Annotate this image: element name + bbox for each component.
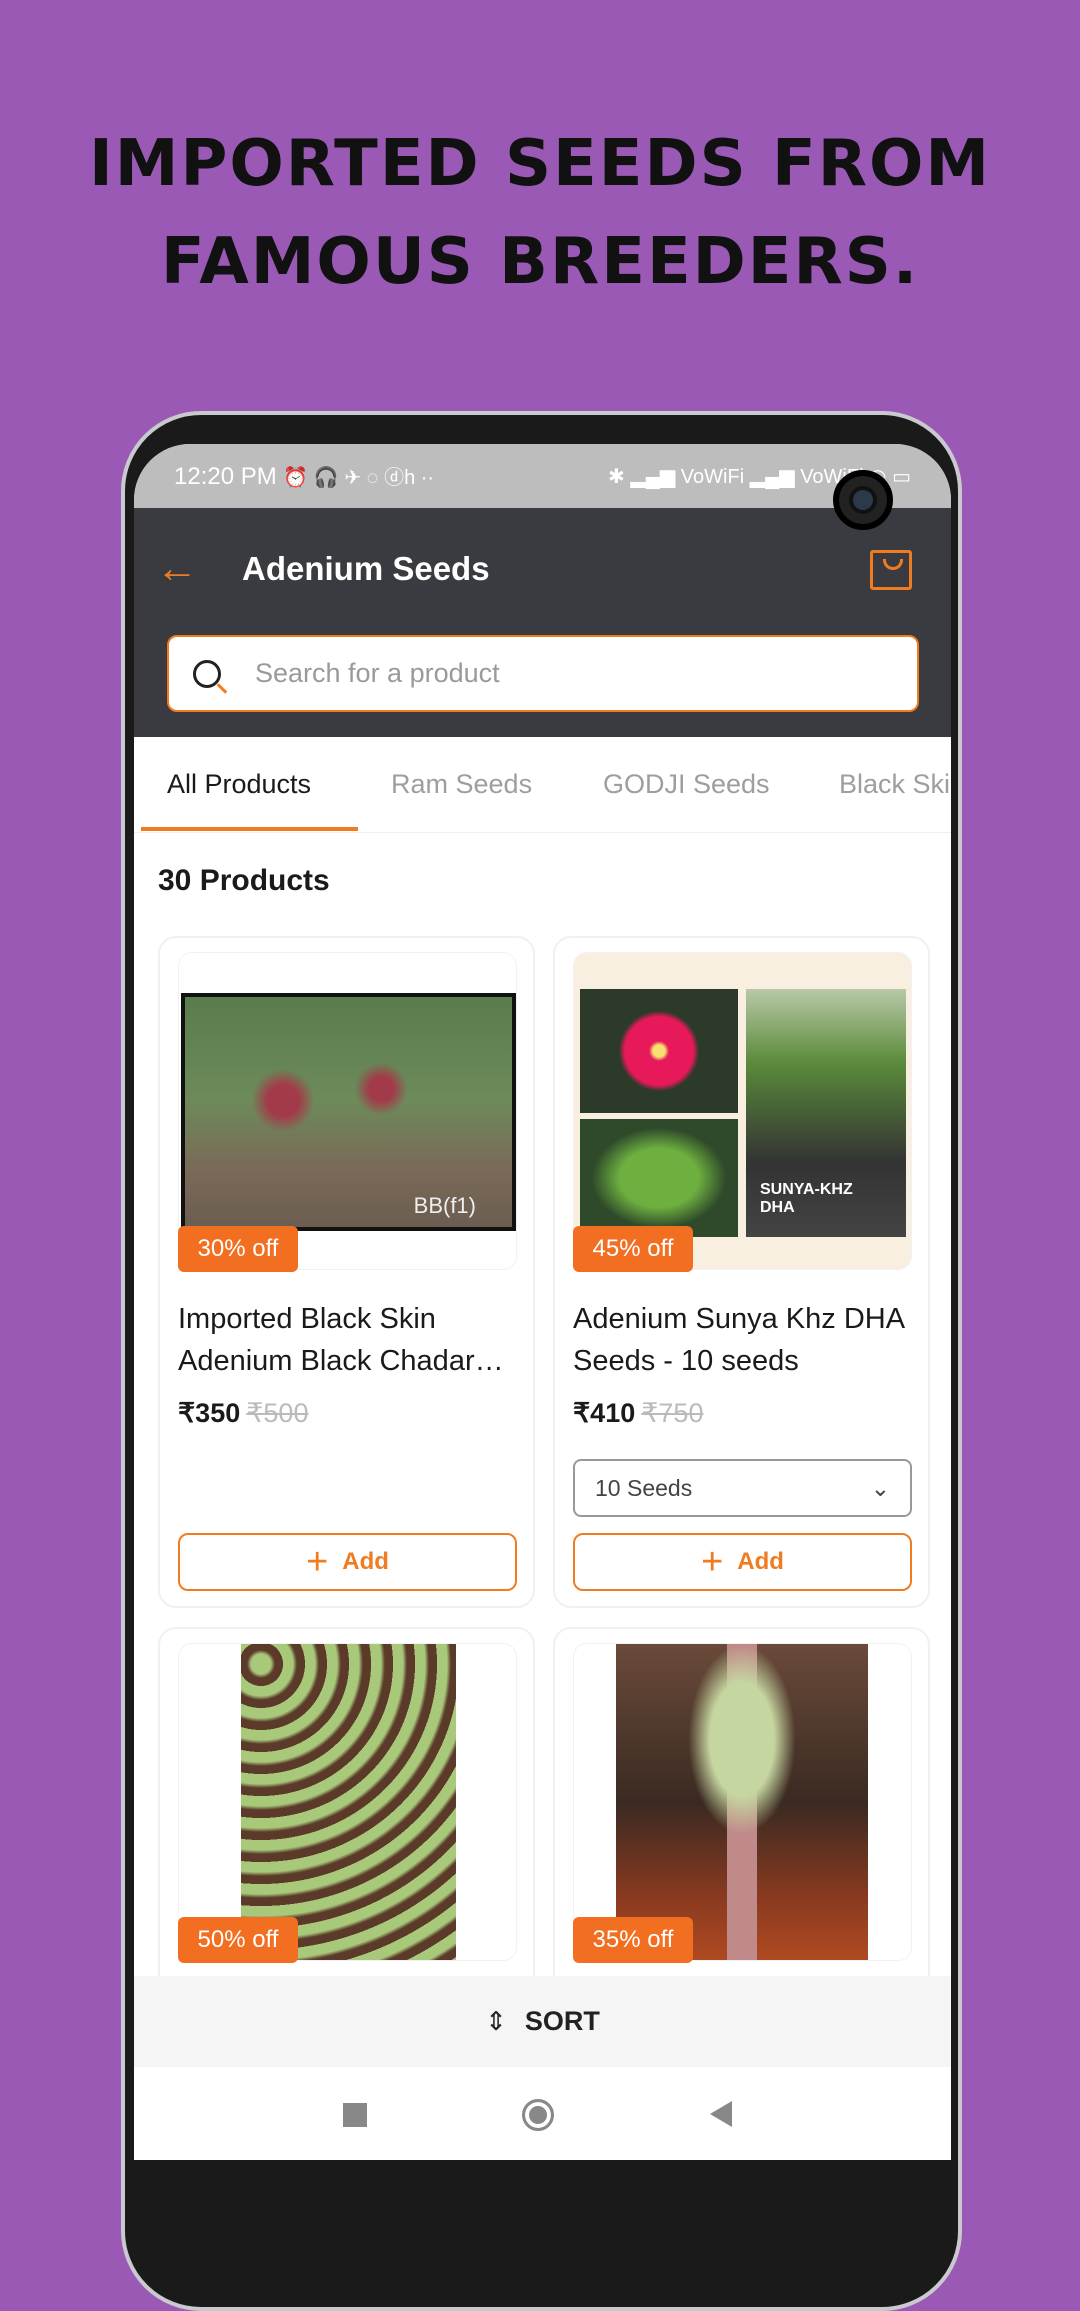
search-input[interactable] bbox=[255, 658, 815, 689]
product-count: 30 Products bbox=[158, 864, 330, 897]
plus-icon: + bbox=[306, 1541, 329, 1583]
status-time: 12:20 PM bbox=[174, 463, 277, 490]
discount-badge: 50% off bbox=[178, 1917, 298, 1963]
discount-badge: 35% off bbox=[573, 1917, 693, 1963]
tab-black-skin[interactable]: Black Skin bbox=[839, 769, 951, 800]
page-title: Adenium Seeds bbox=[242, 550, 490, 587]
headline-line-2: famous breeders. bbox=[160, 225, 920, 299]
notification-icons: ⏰ 🎧 ✈ ◌ ⓓh ·· bbox=[283, 467, 435, 489]
app-header: ← Adenium Seeds bbox=[134, 508, 951, 737]
variant-value: 10 Seeds bbox=[595, 1474, 693, 1501]
original-price: ₹500 bbox=[246, 1398, 309, 1428]
home-icon[interactable] bbox=[522, 2099, 554, 2131]
plus-icon: + bbox=[701, 1541, 724, 1583]
sale-price: ₹410 bbox=[573, 1398, 636, 1428]
sort-button[interactable]: ⇕ SORT bbox=[134, 1976, 951, 2067]
search-icon bbox=[193, 659, 221, 688]
tab-all-products[interactable]: All Products bbox=[167, 769, 311, 800]
status-bar: 12:20 PM ⏰ 🎧 ✈ ◌ ⓓh ·· ✱ ▂▄▆ VoWiFi ▂▄▆ … bbox=[134, 444, 951, 508]
original-price: ₹750 bbox=[641, 1398, 704, 1428]
add-button[interactable]: + Add bbox=[178, 1533, 517, 1591]
headline-line-1: Imported seeds from bbox=[88, 127, 992, 201]
product-card[interactable]: 50% off bbox=[158, 1627, 535, 2027]
add-label: Add bbox=[737, 1548, 784, 1575]
tab-ram-seeds[interactable]: Ram Seeds bbox=[391, 769, 532, 800]
product-name: Adenium Sunya Khz DHA Seeds - 10 seeds bbox=[573, 1303, 904, 1377]
discount-badge: 45% off bbox=[573, 1226, 693, 1272]
recents-icon[interactable] bbox=[343, 2103, 367, 2127]
product-image bbox=[573, 1643, 912, 1961]
search-bar[interactable] bbox=[167, 635, 919, 712]
system-nav-bar bbox=[134, 2067, 951, 2160]
app-screen: 12:20 PM ⏰ 🎧 ✈ ◌ ⓓh ·· ✱ ▂▄▆ VoWiFi ▂▄▆ … bbox=[134, 444, 951, 2160]
product-image: SUNYA-KHZ DHA bbox=[573, 952, 912, 1270]
image-watermark: SUNYA-KHZ DHA bbox=[760, 1181, 853, 1216]
add-label: Add bbox=[342, 1548, 389, 1575]
front-camera bbox=[833, 470, 893, 530]
active-tab-indicator bbox=[141, 827, 358, 831]
product-card[interactable]: 35% off bbox=[553, 1627, 930, 2027]
variant-dropdown[interactable]: 10 Seeds ⌄ bbox=[573, 1459, 912, 1517]
category-tabs: All Products Ram Seeds GODJI Seeds Black… bbox=[134, 737, 951, 833]
product-name: Imported Black Skin Adenium Black Chadar… bbox=[178, 1303, 475, 1377]
back-icon[interactable] bbox=[710, 2101, 732, 2127]
product-image bbox=[178, 1643, 517, 1961]
product-price: ₹350 ₹500 bbox=[178, 1398, 308, 1429]
sort-icon: ⇕ bbox=[485, 2006, 507, 2036]
image-watermark: BB(f1) bbox=[413, 1193, 476, 1218]
add-button[interactable]: + Add bbox=[573, 1533, 912, 1591]
back-arrow-icon[interactable]: ← bbox=[156, 544, 198, 592]
chevron-down-icon: ⌄ bbox=[870, 1474, 890, 1501]
product-image: BB(f1) bbox=[178, 952, 517, 1270]
product-card[interactable]: SUNYA-KHZ DHA 45% off Adenium Sunya Khz … bbox=[553, 936, 930, 1608]
tab-godji-seeds[interactable]: GODJI Seeds bbox=[603, 769, 770, 800]
product-price: ₹410 ₹750 bbox=[573, 1398, 703, 1429]
promo-headline: Imported seeds from famous breeders. bbox=[0, 115, 1080, 311]
sale-price: ₹350 bbox=[178, 1398, 241, 1428]
shopping-bag-icon[interactable] bbox=[870, 550, 912, 590]
sort-label: SORT bbox=[524, 2006, 600, 2036]
product-card[interactable]: BB(f1) 30% off Imported Black Skin Adeni… bbox=[158, 936, 535, 1608]
discount-badge: 30% off bbox=[178, 1226, 298, 1272]
